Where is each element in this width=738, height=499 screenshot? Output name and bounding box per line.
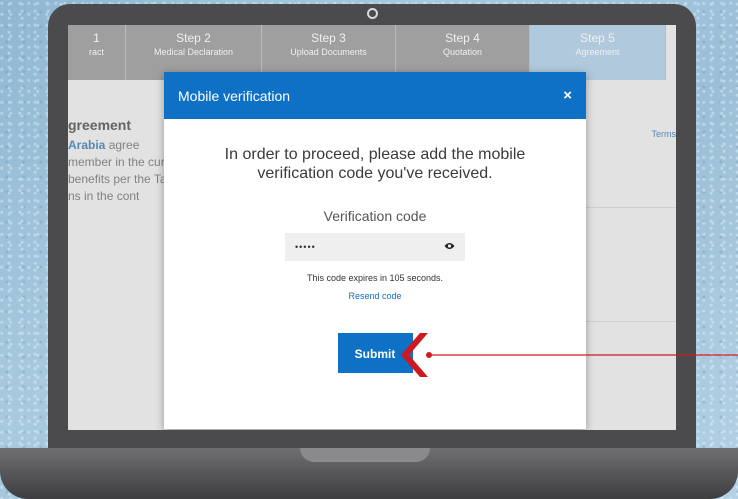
annotation-pointer [401,333,738,377]
chevron-left-icon [401,333,428,377]
annotation-dot [426,352,432,358]
